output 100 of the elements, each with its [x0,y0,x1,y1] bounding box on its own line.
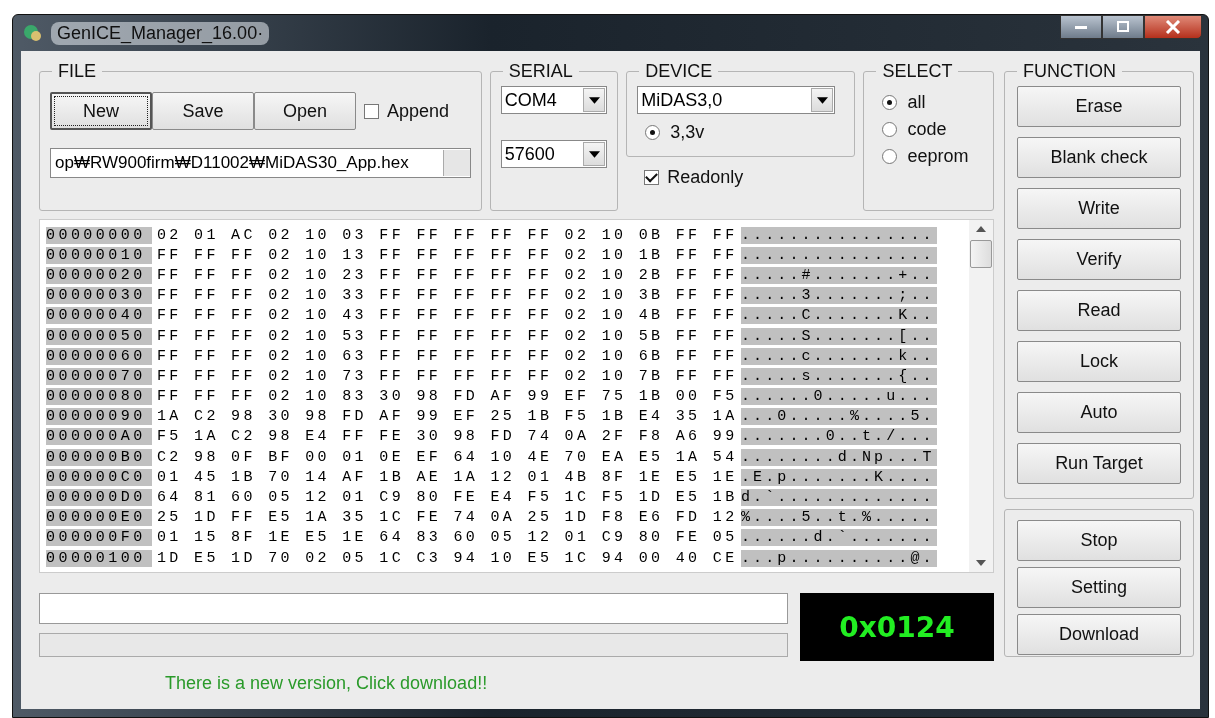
ascii-cell: ......d.`....... [741,529,937,547]
hex-bytes: 25 1D FF E5 1A 35 1C FE 74 0A 25 1D F8 E6 FD 12 [156,509,739,527]
radio-button[interactable] [882,95,898,110]
ascii-cell: .....3.......;.. [741,287,937,305]
update-message: There is a new version, Click download!! [165,673,489,694]
address-cell: 00000000 [46,226,152,244]
function-button[interactable]: Blank check [1017,137,1181,178]
radio-label: 3,3v [670,122,705,143]
ascii-cell: .....S.......[.. [741,327,937,345]
radio-button[interactable] [645,125,661,140]
address-cell: 000000F0 [46,529,152,547]
checkbox[interactable] [644,170,660,185]
file-button[interactable]: Open [254,92,356,130]
hex-bytes: FF FF FF 02 10 43 FF FF FF FF FF 02 10 4B FF FF [156,307,739,325]
ascii-cell: .......0..t./... [741,428,937,446]
device-dropdown[interactable]: MiDAS3,0 [637,86,836,114]
address-cell: 00000080 [46,388,152,406]
ascii-cell: .....#.......+.. [741,266,937,284]
hex-bytes: F5 1A C2 98 E4 FF FE 30 98 FD 74 0A 2F F8 A6 99 [156,428,739,446]
close-button[interactable] [1144,15,1202,39]
group-label: SELECT [881,61,954,82]
function-button[interactable]: Auto [1017,392,1181,433]
hex-bytes: FF FF FF 02 10 73 FF FF FF FF FF 02 10 7B FF FF [156,367,739,385]
function-button[interactable]: Read [1017,290,1181,331]
address-cell: 00000020 [46,266,152,284]
hex-bytes: FF FF FF 02 10 63 FF FF FF FF FF 02 10 6B FF FF [156,347,739,365]
address-cell: 00000100 [46,549,152,567]
address-cell: 000000E0 [46,509,152,527]
scroll-down-icon[interactable] [976,560,986,566]
minimize-button[interactable] [1060,15,1102,39]
function-button[interactable]: Erase [1017,86,1181,127]
address-cell: 000000B0 [46,448,152,466]
checkbox-label: Readonly [667,167,744,188]
radio-button[interactable] [882,122,898,137]
hex-bytes: FF FF FF 02 10 13 FF FF FF FF FF 02 10 1B FF FF [156,246,739,264]
hex-bytes: FF FF FF 02 10 33 FF FF FF FF FF 02 10 3B FF FF [156,287,739,305]
address-cell: 00000030 [46,287,152,305]
minimize-icon [1075,25,1087,29]
ascii-cell: ...p..........@. [741,549,937,567]
ascii-cell: ................ [741,226,937,244]
port-dropdown[interactable]: COM4 [500,86,608,114]
close-icon [1163,20,1183,34]
status-field[interactable] [39,593,789,624]
address-cell: 00000060 [46,347,152,365]
function-button[interactable]: Run Target [1017,443,1181,484]
control-button[interactable]: Stop [1017,520,1181,561]
hex-bytes: C2 98 0F BF 00 01 0E EF 64 10 4E 70 EA E5 1A 54 [156,448,739,466]
scrollbar[interactable] [969,220,993,572]
app-icon [23,23,43,43]
function-button[interactable]: Write [1017,188,1181,229]
address-cell: 00000010 [46,246,152,264]
ascii-cell: %....5..t.%..... [741,509,937,527]
ascii-cell: .....s.......{.. [741,367,937,385]
address-cell: 000000C0 [46,468,152,486]
scroll-thumb[interactable] [970,240,992,268]
scroll-up-icon[interactable] [976,226,986,232]
hex-bytes: FF FF FF 02 10 53 FF FF FF FF FF 02 10 5B FF FF [156,327,739,345]
checkbox-label: Append [387,100,450,122]
ascii-cell: ........d.Np...T [741,448,937,466]
dropdown-arrow-icon [588,150,600,158]
hex-bytes: 01 15 8F 1E E5 1E 64 83 60 05 12 01 C9 80 FE 05 [156,529,739,547]
counter-display: 0x0124 [800,593,994,661]
address-cell: 00000050 [46,327,152,345]
hex-bytes: FF FF FF 02 10 83 30 98 FD AF 99 EF 75 1B 00 F5 [156,388,739,406]
hex-bytes: 1D E5 1D 70 02 05 1C C3 94 10 E5 1C 94 00 40 CE [156,549,739,567]
group-label: FUNCTION [1022,61,1117,82]
function-button[interactable]: Lock [1017,341,1181,382]
ascii-cell: .....c.......k.. [741,347,937,365]
radio-label: eeprom [907,146,969,167]
address-cell: 00000090 [46,408,152,426]
ascii-cell: ................ [741,246,937,264]
window-title: GenICE_Manager_16.00· [51,21,270,45]
ascii-cell: d.`............. [741,489,937,507]
dropdown-arrow-icon [588,96,600,104]
ascii-cell: ......0.....u... [741,388,937,406]
baud-rate-dropdown[interactable]: 57600 [500,140,608,168]
function-button[interactable]: Verify [1017,239,1181,280]
hex-bytes: 1A C2 98 30 98 FD AF 99 EF 25 1B F5 1B E4 35 1A [156,408,739,426]
maximize-button[interactable] [1102,15,1144,39]
address-cell: 00000040 [46,307,152,325]
checkbox[interactable] [364,103,379,119]
address-cell: 000000A0 [46,428,152,446]
ascii-cell: .....C.......K.. [741,307,937,325]
radio-label: all [907,92,926,113]
radio-button[interactable] [882,149,898,164]
ascii-cell: .E.p.......K.... [741,468,937,486]
group-label: SERIAL [507,61,574,82]
dropdown-arrow-icon [816,96,828,104]
file-button[interactable]: New [50,92,152,130]
control-button[interactable]: Setting [1017,567,1181,608]
control-button[interactable]: Download [1017,614,1181,655]
hex-bytes: 64 81 60 05 12 01 C9 80 FE E4 F5 1C F5 1D E5 1B [156,489,739,507]
group-label: FILE [57,61,97,82]
ascii-cell: ...0.....%....5. [741,408,937,426]
file-path-field[interactable]: op₩RW900firm₩D11002₩MiDAS30_App.hex [50,148,471,178]
file-button[interactable]: Save [152,92,254,130]
hex-bytes: 01 45 1B 70 14 AF 1B AE 1A 12 01 4B 8F 1E E5 1E [156,468,739,486]
address-cell: 000000D0 [46,489,152,507]
hex-bytes: 02 01 AC 02 10 03 FF FF FF FF FF 02 10 0B FF FF [156,226,739,244]
group-label: DEVICE [644,61,714,82]
